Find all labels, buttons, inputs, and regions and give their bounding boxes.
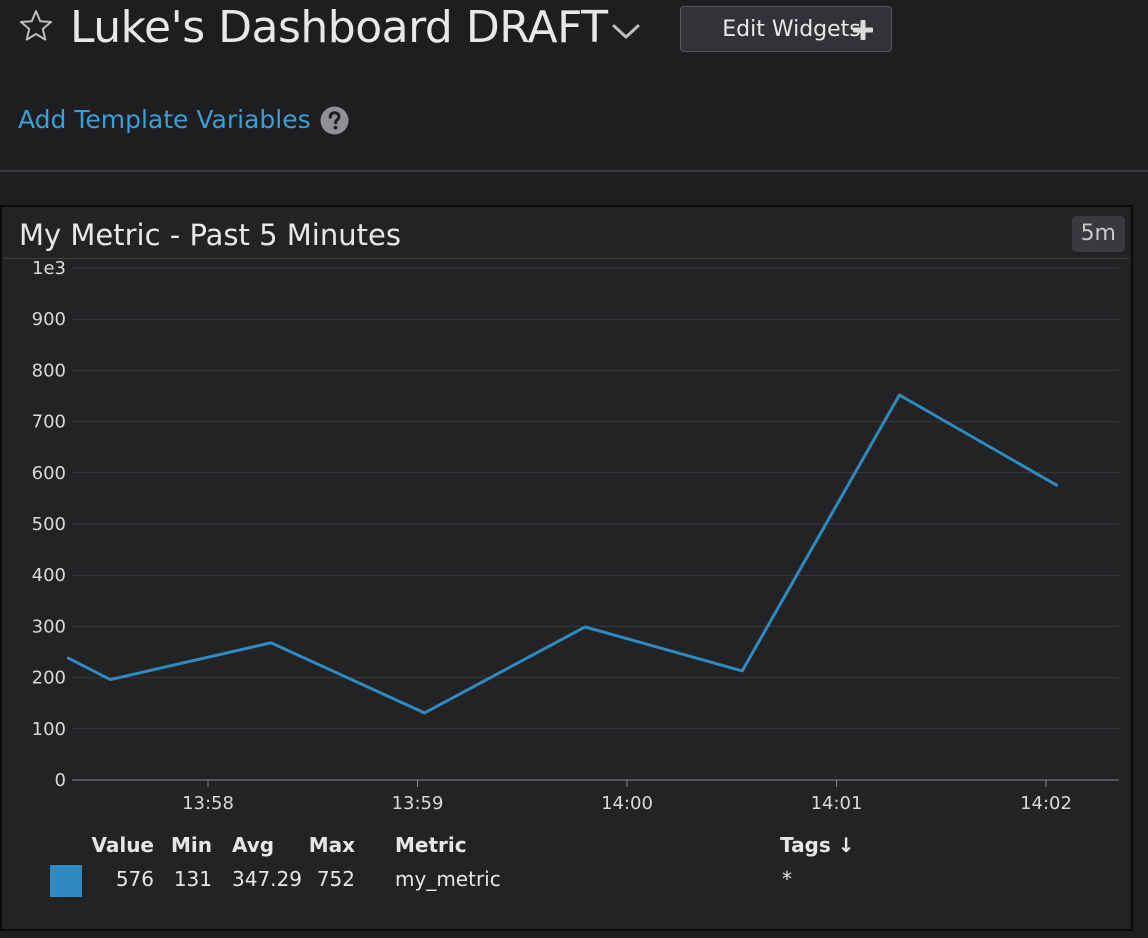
plus-icon [853,20,873,40]
legend-max: 752 [316,867,355,891]
chevron-down-icon[interactable] [610,20,642,42]
y-tick-label: 500 [32,514,66,535]
series-line [66,393,1058,715]
y-tick-label: 700 [32,412,66,433]
legend-value: 576 [115,867,154,891]
legend-table: Value Min Avg Max Metric Tags ↓ 576 131 … [0,830,1133,900]
legend-metric: my_metric [395,867,501,891]
y-tick-label: 900 [32,309,66,330]
y-tick-label: 800 [32,360,66,381]
legend-min: 131 [173,867,212,891]
dashboard-page: Luke's Dashboard DRAFT Edit Widgets Add … [0,0,1148,938]
y-tick-label: 400 [32,565,66,586]
line-chart: 0 100 200 300 400 500 600 700 800 900 1e3 13:58 13:5… [32,258,1119,814]
y-tick-label: 100 [32,719,66,740]
legend-avg: 347.29 [232,867,302,891]
y-tick-label: 200 [32,668,66,689]
y-tick-label: 300 [32,616,66,637]
y-tick-label: 0 [55,770,66,791]
dashboard-header: Luke's Dashboard DRAFT Edit Widgets Add … [0,0,1148,170]
y-tick-label: 600 [32,463,66,484]
y-tick-label: 1e3 [32,258,66,279]
legend-header-tags[interactable]: Tags ↓ [780,833,855,857]
edit-widgets-label: Edit Widgets [722,17,861,42]
x-tick-label: 14:00 [601,793,653,814]
legend-header-metric[interactable]: Metric [395,833,467,857]
add-template-variables-link[interactable]: Add Template Variables [18,102,311,138]
x-tick-label: 13:59 [392,793,444,814]
x-tick-label: 14:02 [1020,793,1072,814]
header-divider [0,170,1148,172]
star-icon[interactable] [18,8,54,44]
dashboard-title: Luke's Dashboard DRAFT [70,2,608,53]
x-tick-label: 14:01 [811,793,863,814]
legend-header-value[interactable]: Value [90,833,154,857]
series-color-swatch [50,865,82,897]
x-tick-label: 13:58 [182,793,234,814]
legend-header-avg[interactable]: Avg [232,833,274,857]
legend-tags: * [782,867,792,891]
help-icon[interactable] [320,106,349,135]
edit-widgets-button[interactable]: Edit Widgets [680,6,892,52]
legend-header-min[interactable]: Min [162,833,212,857]
legend-header-max[interactable]: Max [300,833,355,857]
